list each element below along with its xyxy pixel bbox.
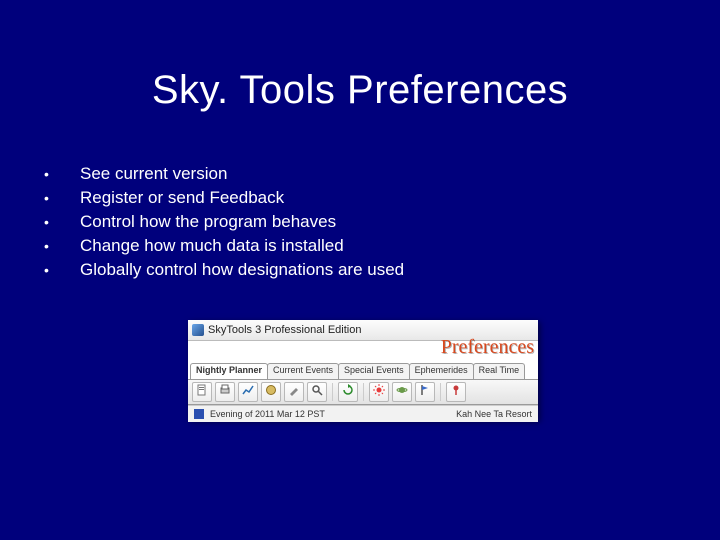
embedded-screenshot: SkyTools 3 Professional Edition Preferen… [188,320,538,420]
toolbar-button[interactable] [392,382,412,402]
status-bar: Evening of 2011 Mar 12 PST Kah Nee Ta Re… [188,405,538,422]
toolbar-separator [440,383,441,401]
app-icon [192,324,204,336]
chart-icon [242,383,254,401]
sun-icon [373,383,385,401]
bullet-marker: • [40,210,80,234]
tool-icon [288,383,300,401]
toolbar-button[interactable] [215,382,235,402]
preferences-overlay-label: Preferences [441,336,534,359]
status-indicator-icon [194,409,204,419]
bullet-item: • See current version [40,162,680,186]
toolbar-separator [363,383,364,401]
bullet-text: Change how much data is installed [80,234,680,258]
window-title-text: SkyTools 3 Professional Edition [208,324,361,336]
bullet-item: • Register or send Feedback [40,186,680,210]
planet-icon [396,383,408,401]
toolbar-button[interactable] [415,382,435,402]
bullet-text: Control how the program behaves [80,210,680,234]
bullet-marker: • [40,234,80,258]
status-date-text: Evening of 2011 Mar 12 PST [210,409,325,419]
bullet-item: • Globally control how designations are … [40,258,680,282]
toolbar-button[interactable] [338,382,358,402]
toolbar-button[interactable] [284,382,304,402]
tab-real-time[interactable]: Real Time [473,363,526,379]
toolbar-button[interactable] [369,382,389,402]
tab-ephemerides[interactable]: Ephemerides [409,363,474,379]
toolbar [188,379,538,405]
pin-icon [450,383,462,401]
tab-nightly-planner[interactable]: Nightly Planner [190,363,268,379]
tab-special-events[interactable]: Special Events [338,363,410,379]
refresh-icon [342,383,354,401]
toolbar-button[interactable] [446,382,466,402]
print-icon [219,383,231,401]
document-icon [196,383,208,401]
status-location-text: Kah Nee Ta Resort [456,409,532,419]
bullet-marker: • [40,186,80,210]
bullet-text: See current version [80,162,680,186]
tab-current-events[interactable]: Current Events [267,363,339,379]
slide: Sky. Tools Preferences • See current ver… [0,0,720,540]
bullet-list: • See current version • Register or send… [40,162,680,282]
flag-icon [419,383,431,401]
bullet-text: Register or send Feedback [80,186,680,210]
toolbar-separator [332,383,333,401]
toolbar-button[interactable] [238,382,258,402]
globe-icon [265,383,277,401]
bullet-marker: • [40,258,80,282]
bullet-item: • Change how much data is installed [40,234,680,258]
slide-title: Sky. Tools Preferences [0,68,720,113]
bullet-text: Globally control how designations are us… [80,258,680,282]
bullet-marker: • [40,162,80,186]
tab-bar: Nightly Planner Current Events Special E… [188,363,538,379]
toolbar-button[interactable] [261,382,281,402]
toolbar-button[interactable] [192,382,212,402]
bullet-item: • Control how the program behaves [40,210,680,234]
toolbar-button[interactable] [307,382,327,402]
search-icon [311,383,323,401]
